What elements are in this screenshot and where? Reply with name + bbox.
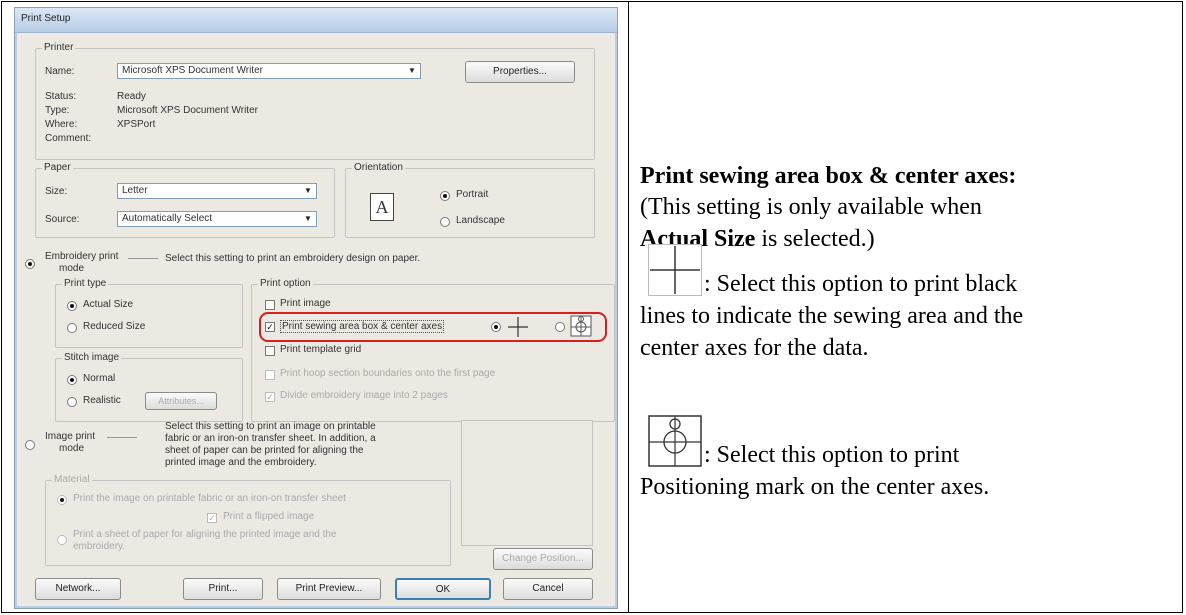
cross-desc-line1: : Select this option to print black	[704, 271, 1018, 297]
actual-size-radio[interactable]	[67, 301, 77, 311]
image-mode-radio[interactable]	[25, 440, 35, 450]
paper-group: Paper	[35, 162, 335, 238]
title-bar: Print Setup	[15, 8, 617, 33]
material-opt1-radio[interactable]	[57, 495, 67, 505]
where-value: XPSPort	[117, 119, 156, 130]
chevron-down-icon: ▼	[304, 214, 312, 223]
network-button[interactable]: Network...	[35, 578, 121, 600]
paper-source-select[interactable]: Automatically Select ▼	[117, 211, 317, 227]
help-heading: Print sewing area box & center axes:	[640, 163, 1017, 189]
printer-group-label: Printer	[42, 42, 76, 53]
print-sewing-area-label: Print sewing area box & center axes	[280, 320, 445, 333]
separator-line	[107, 437, 137, 438]
paper-size-select[interactable]: Letter ▼	[117, 183, 317, 199]
realistic-radio[interactable]	[67, 397, 77, 407]
print-hoop-sections-label: Print hoop section boundaries onto the f…	[280, 368, 496, 379]
separator-line	[128, 258, 158, 259]
actual-size-label: Actual Size	[83, 299, 134, 310]
cross-lines-radio[interactable]	[491, 322, 501, 332]
portrait-page-icon: A	[370, 193, 394, 221]
status-value: Ready	[117, 91, 146, 102]
properties-button[interactable]: Properties...	[465, 61, 575, 83]
type-label: Type:	[45, 105, 70, 116]
landscape-radio[interactable]	[440, 217, 450, 227]
print-type-group-label: Print type	[62, 278, 109, 289]
reduced-size-label: Reduced Size	[83, 321, 146, 332]
print-template-grid-label: Print template grid	[280, 344, 362, 355]
printer-name-label: Name:	[45, 66, 75, 77]
paper-size-value: Letter	[122, 185, 148, 196]
comment-label: Comment:	[45, 133, 92, 144]
print-image-label: Print image	[280, 298, 331, 309]
source-label: Source:	[45, 214, 80, 225]
material-opt2-label: Print a sheet of paper for aligning the …	[73, 529, 337, 540]
material-opt2-label-2: embroidery.	[73, 541, 126, 552]
print-preview-button[interactable]: Print Preview...	[277, 578, 381, 600]
column-divider	[628, 1, 629, 613]
paper-group-label: Paper	[42, 162, 73, 173]
image-mode-description-1: Select this setting to print an image on…	[165, 421, 376, 432]
landscape-label: Landscape	[456, 215, 505, 226]
help-note-rest: is selected.)	[755, 226, 875, 252]
positioning-mark-icon	[648, 415, 702, 467]
print-image-checkbox[interactable]	[265, 300, 275, 310]
normal-label: Normal	[83, 373, 116, 384]
print-template-grid-checkbox[interactable]	[265, 346, 275, 356]
help-note-line1: (This setting is only available when	[640, 194, 982, 220]
embroidery-mode-label-2: mode	[59, 263, 85, 274]
material-opt1-label: Print the image on printable fabric or a…	[73, 493, 346, 504]
cross-desc-line3: center axes for the data.	[640, 335, 869, 361]
reduced-size-radio[interactable]	[67, 323, 77, 333]
cross-lines-icon	[508, 317, 528, 337]
image-mode-description-4: printed image and the embroidery.	[165, 457, 317, 468]
mark-desc-line2: Positioning mark on the center axes.	[640, 474, 990, 500]
printer-name-select[interactable]: Microsoft XPS Document Writer ▼	[117, 63, 421, 79]
image-mode-label-2: mode	[59, 443, 85, 454]
printer-name-value: Microsoft XPS Document Writer	[122, 65, 263, 76]
stitch-image-group: Stitch image	[55, 352, 243, 422]
ok-button[interactable]: OK	[395, 578, 491, 600]
flipped-image-label: Print a flipped image	[223, 511, 315, 522]
portrait-label: Portrait	[456, 189, 489, 200]
orientation-group-label: Orientation	[352, 162, 405, 173]
embroidery-mode-description: Select this setting to print an embroide…	[165, 253, 421, 264]
embroidery-mode-radio[interactable]	[25, 259, 35, 269]
type-value: Microsoft XPS Document Writer	[117, 105, 258, 116]
size-label: Size:	[45, 186, 68, 197]
print-option-group-label: Print option	[258, 278, 313, 289]
stitch-image-group-label: Stitch image	[62, 352, 122, 363]
attributes-button[interactable]: Attributes...	[145, 392, 217, 410]
where-label: Where:	[45, 119, 78, 130]
cross-lines-icon	[648, 244, 702, 296]
image-preview-area	[461, 420, 593, 546]
image-mode-description-2: fabric or an iron-on transfer sheet. In …	[165, 433, 376, 444]
realistic-label: Realistic	[83, 395, 121, 406]
print-type-group: Print type	[55, 278, 243, 348]
change-position-button[interactable]: Change Position...	[493, 548, 593, 570]
print-setup-dialog: Print Setup Printer Name: Microsoft XPS …	[14, 7, 618, 609]
cancel-button[interactable]: Cancel	[503, 578, 593, 600]
material-opt2-radio[interactable]	[57, 535, 67, 545]
dialog-title: Print Setup	[21, 13, 71, 24]
divide-design-checkbox[interactable]: ✓	[265, 392, 275, 402]
normal-radio[interactable]	[67, 375, 77, 385]
image-mode-description-3: sheet of paper can be printed for aligni…	[165, 445, 364, 456]
print-sewing-area-checkbox[interactable]: ✓	[265, 322, 275, 332]
print-button[interactable]: Print...	[183, 578, 263, 600]
print-hoop-sections-checkbox[interactable]	[265, 370, 275, 380]
cross-desc-line2: lines to indicate the sewing area and th…	[640, 303, 1024, 329]
portrait-radio[interactable]	[440, 191, 450, 201]
positioning-mark-icon	[570, 315, 592, 337]
flipped-image-checkbox[interactable]: ✓	[207, 513, 217, 523]
chevron-down-icon: ▼	[408, 66, 416, 75]
mark-desc-line1: : Select this option to print	[704, 442, 960, 468]
positioning-mark-radio[interactable]	[555, 322, 565, 332]
status-label: Status:	[45, 91, 77, 102]
image-mode-label: Image print	[45, 431, 96, 442]
paper-source-value: Automatically Select	[122, 213, 213, 224]
embroidery-mode-label: Embroidery print	[45, 251, 119, 262]
material-group-label: Material	[52, 474, 92, 485]
divide-design-label: Divide embroidery image into 2 pages	[280, 390, 448, 401]
chevron-down-icon: ▼	[304, 186, 312, 195]
